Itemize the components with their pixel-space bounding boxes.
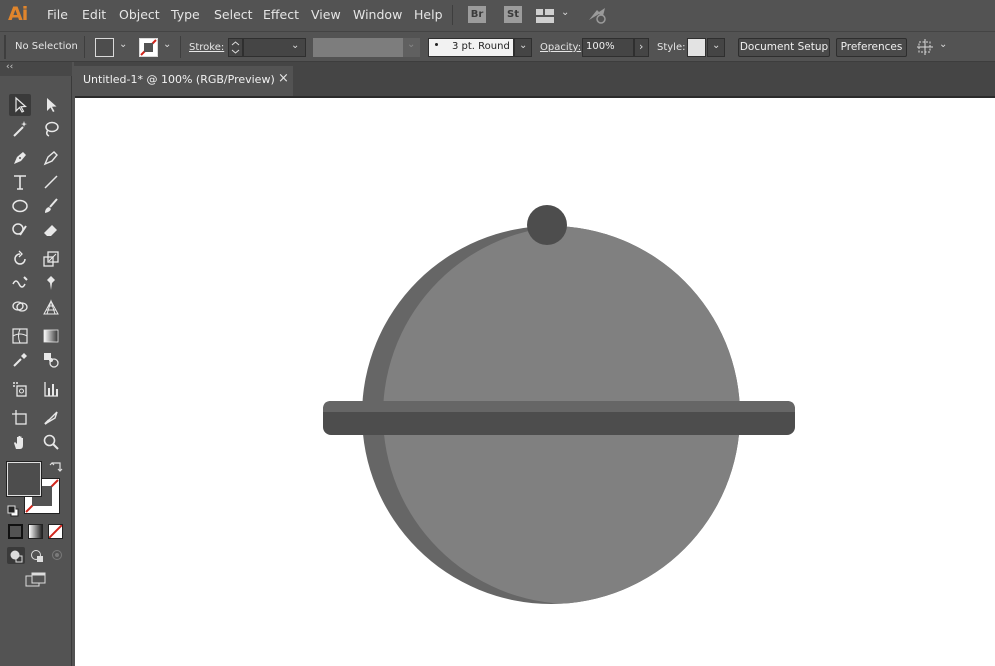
stroke-weight-field[interactable]: ⌄ xyxy=(243,38,306,57)
chevron-down-icon: ⌄ xyxy=(407,39,416,50)
transform-icon[interactable] xyxy=(916,39,934,56)
grip-handle[interactable] xyxy=(4,35,6,59)
stock-button[interactable]: St xyxy=(504,6,522,23)
shape-builder-tool-icon[interactable] xyxy=(9,296,31,318)
menu-file[interactable]: File xyxy=(47,7,68,22)
brush-label: 3 pt. Round xyxy=(452,41,510,52)
opacity-label[interactable]: Opacity: xyxy=(540,42,581,53)
chevron-down-icon: ⌄ xyxy=(712,40,721,51)
type-tool-icon[interactable] xyxy=(9,171,31,193)
line-segment-tool-icon[interactable] xyxy=(40,171,62,193)
gradient-tool-icon[interactable] xyxy=(40,325,62,347)
warp-tool-icon[interactable] xyxy=(9,272,31,294)
style-dropdown[interactable]: ⌄ xyxy=(707,38,725,57)
perspective-grid-tool-icon[interactable] xyxy=(40,296,62,318)
column-graph-tool-icon[interactable] xyxy=(40,378,62,400)
tools-panel-header: ‹‹ xyxy=(0,62,72,76)
draw-behind-icon[interactable] xyxy=(28,547,46,564)
gpu-performance-icon[interactable] xyxy=(587,6,609,24)
chevron-down-icon: ⌄ xyxy=(291,40,300,51)
tools-panel: ‹‹ xyxy=(0,62,72,666)
workspace-layout-icon[interactable] xyxy=(536,8,554,23)
pen-tool-icon[interactable] xyxy=(9,147,31,169)
fill-color-swatch[interactable] xyxy=(95,38,114,57)
menu-edit[interactable]: Edit xyxy=(82,7,106,22)
menu-view[interactable]: View xyxy=(311,7,341,22)
menu-effect[interactable]: Effect xyxy=(263,7,299,22)
default-colors-icon[interactable] xyxy=(7,502,19,517)
scale-tool-icon[interactable] xyxy=(40,248,62,270)
artwork xyxy=(323,205,795,604)
paintbrush-tool-icon[interactable] xyxy=(40,195,62,217)
illustrator-logo: Ai xyxy=(8,3,28,25)
separator xyxy=(180,36,181,58)
selection-status: No Selection xyxy=(15,41,78,52)
screen-mode-icon[interactable] xyxy=(25,572,47,589)
bridge-button[interactable]: Br xyxy=(468,6,486,23)
style-label: Style: xyxy=(657,42,686,53)
eyedropper-tool-icon[interactable] xyxy=(9,349,31,371)
menu-object[interactable]: Object xyxy=(119,7,160,22)
dome-band-highlight-shape xyxy=(323,401,795,412)
variable-width-profile[interactable] xyxy=(313,38,403,57)
collapse-icon[interactable]: ‹‹ xyxy=(6,62,13,72)
zoom-tool-icon[interactable] xyxy=(40,431,62,453)
brush-dot-icon xyxy=(435,43,438,46)
document-tab[interactable]: Untitled-1* @ 100% (RGB/Preview) × xyxy=(74,66,293,96)
none-mode-button[interactable] xyxy=(48,524,63,539)
stroke-dropdown-chevron-icon[interactable]: ⌄ xyxy=(163,39,171,50)
eraser-tool-icon[interactable] xyxy=(40,219,62,241)
opacity-flyout[interactable]: › xyxy=(634,38,649,57)
dome-knob-shape[interactable] xyxy=(527,205,567,245)
opacity-value: 100% xyxy=(586,41,615,52)
separator xyxy=(84,36,85,58)
swap-fill-stroke-icon[interactable] xyxy=(49,460,63,474)
menu-bar: Ai File Edit Object Type Select Effect V… xyxy=(0,0,995,31)
symbol-sprayer-tool-icon[interactable] xyxy=(9,378,31,400)
stroke-label[interactable]: Stroke: xyxy=(189,42,224,53)
brush-definition[interactable]: 3 pt. Round xyxy=(428,38,514,57)
gradient-mode-button[interactable] xyxy=(28,524,43,539)
document-setup-button[interactable]: Document Setup xyxy=(738,38,830,57)
stroke-weight-stepper[interactable] xyxy=(228,38,243,57)
preferences-button[interactable]: Preferences xyxy=(836,38,907,57)
curvature-tool-icon[interactable] xyxy=(40,147,62,169)
chevron-down-icon[interactable]: ⌄ xyxy=(561,7,569,18)
graphic-style-swatch[interactable] xyxy=(687,38,706,57)
selection-tool-icon[interactable] xyxy=(9,94,31,116)
draw-inside-icon[interactable] xyxy=(48,547,66,564)
chevron-right-icon: › xyxy=(639,40,644,53)
magic-wand-tool-icon[interactable] xyxy=(9,118,31,140)
brush-dropdown[interactable]: ⌄ xyxy=(514,38,532,57)
close-tab-icon[interactable]: × xyxy=(278,71,289,86)
fill-swatch-large[interactable] xyxy=(6,461,42,497)
menu-separator xyxy=(452,5,453,25)
control-bar: No Selection ⌄ ⌄ Stroke: ⌄ ⌄ 3 pt. Round… xyxy=(0,31,995,62)
document-tab-title: Untitled-1* @ 100% (RGB/Preview) xyxy=(83,73,275,86)
slice-tool-icon[interactable] xyxy=(40,407,62,429)
variable-width-dropdown[interactable]: ⌄ xyxy=(403,38,420,57)
hand-tool-icon[interactable] xyxy=(9,431,31,453)
menu-window[interactable]: Window xyxy=(353,7,402,22)
rotate-tool-icon[interactable] xyxy=(9,248,31,270)
chevron-down-icon: ⌄ xyxy=(519,40,528,51)
draw-normal-icon[interactable] xyxy=(7,547,25,564)
direct-selection-tool-icon[interactable] xyxy=(40,94,62,116)
mesh-tool-icon[interactable] xyxy=(9,325,31,347)
fill-dropdown-chevron-icon[interactable]: ⌄ xyxy=(119,39,127,50)
stroke-color-swatch[interactable] xyxy=(139,38,158,57)
artboard-canvas[interactable] xyxy=(75,96,995,666)
shaper-tool-icon[interactable] xyxy=(9,219,31,241)
menu-type[interactable]: Type xyxy=(171,7,200,22)
blend-tool-icon[interactable] xyxy=(40,349,62,371)
lasso-tool-icon[interactable] xyxy=(40,118,62,140)
puppet-warp-tool-icon[interactable] xyxy=(40,272,62,294)
panel-menu-chevron-icon[interactable]: ⌄ xyxy=(939,39,947,50)
ellipse-tool-icon[interactable] xyxy=(9,195,31,217)
menu-select[interactable]: Select xyxy=(214,7,253,22)
opacity-field[interactable]: 100% xyxy=(582,38,634,57)
artboard-tool-icon[interactable] xyxy=(9,407,31,429)
color-mode-button[interactable] xyxy=(8,524,23,539)
menu-help[interactable]: Help xyxy=(414,7,443,22)
